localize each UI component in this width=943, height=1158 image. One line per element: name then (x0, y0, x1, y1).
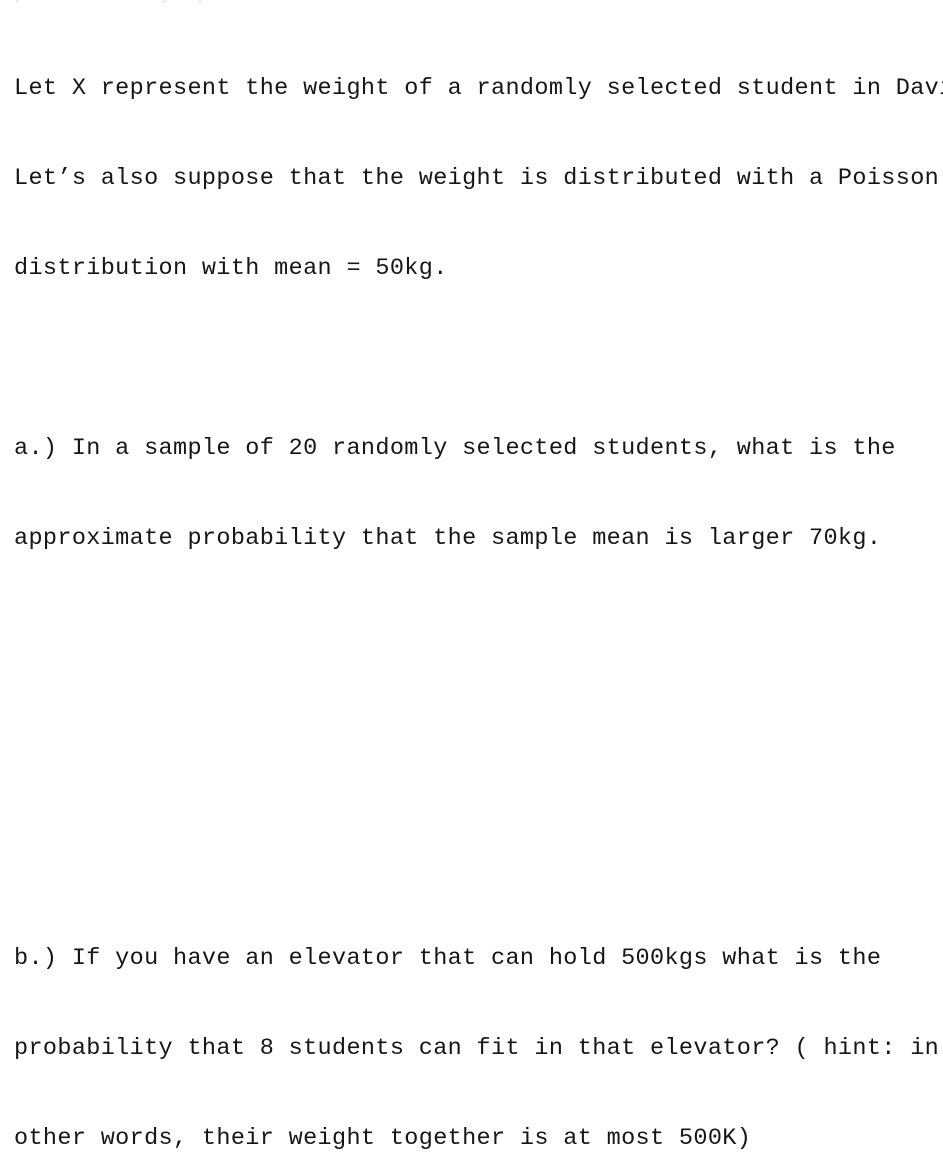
part-b-line-1: b.) If you have an elevator that can hol… (14, 945, 882, 972)
problem-statement-line-3: distribution with mean = 50kg. (14, 255, 448, 282)
part-a-paragraph: a.) In a sample of 20 randomly selected … (14, 374, 943, 614)
part-a-answer-space (14, 614, 943, 884)
problem-statement-paragraph: Let X represent the weight of a randomly… (14, 14, 943, 344)
problem-statement-line-1: Let X represent the weight of a randomly… (14, 75, 943, 102)
part-b-line-2: probability that 8 students can fit in t… (14, 1035, 940, 1062)
part-a-line-2: approximate probability that the sample … (14, 525, 882, 552)
part-a-line-1: a.) In a sample of 20 randomly selected … (14, 435, 896, 462)
problem-statement-line-2: Let’s also suppose that the weight is di… (14, 165, 940, 192)
part-b-paragraph: b.) If you have an elevator that can hol… (14, 884, 943, 1158)
document-page: probability question continued Let X rep… (0, 0, 943, 1152)
document-body: Let X represent the weight of a randomly… (0, 0, 943, 1158)
part-b-line-3: other words, their weight together is at… (14, 1125, 752, 1152)
